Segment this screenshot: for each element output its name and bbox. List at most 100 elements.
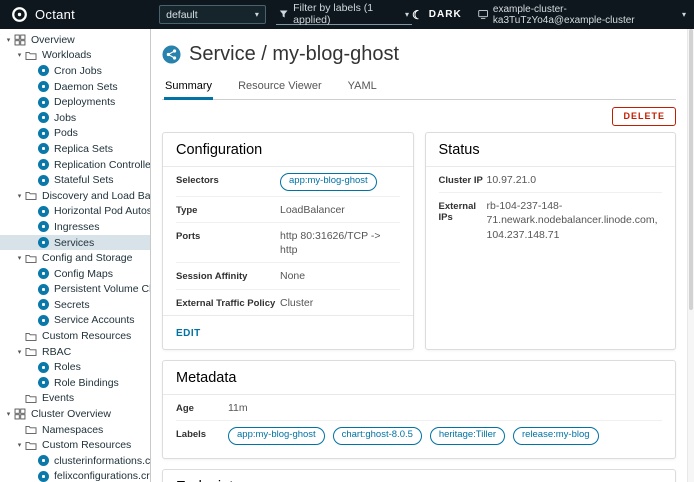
sidebar-item-role-bindings[interactable]: Role Bindings (0, 375, 150, 391)
session-affinity-value: None (280, 269, 400, 283)
sidebar-item-stateful-sets[interactable]: Stateful Sets (0, 172, 150, 188)
folder-icon (25, 253, 37, 264)
tab-resource-viewer[interactable]: Resource Viewer (237, 77, 323, 99)
custom-resource-icon (38, 455, 49, 466)
sidebar-item-cron-jobs[interactable]: Cron Jobs (0, 63, 150, 79)
sidebar-item-replication-controllers[interactable]: Replication Controllers (0, 157, 150, 173)
tab-summary[interactable]: Summary (164, 77, 213, 100)
sidebar-item-workloads[interactable]: ▾ Workloads (0, 48, 150, 64)
label-chip: release:my-blog (513, 427, 599, 445)
sidebar-item-cluster-custom-resources[interactable]: ▾ Custom Resources (0, 437, 150, 453)
sidebar-item-label: Service Accounts (54, 314, 135, 326)
chevron-down-icon[interactable]: ▾ (14, 254, 25, 262)
sidebar-item-label: RBAC (42, 346, 71, 358)
chevron-down-icon[interactable]: ▾ (14, 348, 25, 356)
sidebar-item-custom-resources[interactable]: Custom Resources (0, 328, 150, 344)
sidebar-item-daemon-sets[interactable]: Daemon Sets (0, 79, 150, 95)
sidebar-item-discovery-and-load-balancing[interactable]: ▾Discovery and Load Balancing (0, 188, 150, 204)
sidebar-item-label: Cluster Overview (31, 408, 111, 420)
sidebar-item-label: Custom Resources (42, 439, 131, 451)
chevron-down-icon: ▾ (682, 10, 686, 19)
external-ips-label: External IPs (439, 199, 487, 242)
chevron-down-icon[interactable]: ▾ (3, 410, 14, 418)
selectors-label: Selectors (176, 173, 280, 191)
sidebar-item-label: Namespaces (42, 424, 103, 436)
horizontal-pod-autoscalers-icon (38, 206, 49, 217)
cluster-ip-label: Cluster IP (439, 173, 487, 187)
octant-logo-icon (11, 6, 28, 23)
sidebar-item-config-maps[interactable]: Config Maps (0, 266, 150, 282)
sidebar-item-rbac[interactable]: ▾ RBAC (0, 344, 150, 360)
edit-link[interactable]: EDIT (176, 328, 201, 339)
sidebar-item-horizontal-pod-autoscalers[interactable]: Horizontal Pod Autoscalers (0, 204, 150, 220)
cluster-overview-icon (14, 408, 26, 420)
sidebar-item-config-and-storage[interactable]: ▾Config and Storage (0, 250, 150, 266)
jobs-icon (38, 112, 49, 123)
vertical-scrollbar[interactable] (687, 29, 694, 482)
sidebar-item-label: felixconfigurations.crd.proje (54, 470, 150, 482)
sidebar-item-overview[interactable]: ▾Overview (0, 32, 150, 48)
stateful-sets-icon (38, 175, 49, 186)
sidebar-item-cluster-overview[interactable]: ▾ Cluster Overview (0, 406, 150, 422)
sidebar-item-label: clusterinformations.crd.projec (54, 455, 150, 467)
sidebar-item-label: Replica Sets (54, 143, 113, 155)
deployments-icon (38, 97, 49, 108)
sidebar-item-deployments[interactable]: Deployments (0, 94, 150, 110)
sidebar-item-persistent-volume-claims[interactable]: Persistent Volume Claims (0, 282, 150, 298)
summary-cards-row: Configuration Selectors app:my-blog-ghos… (162, 132, 676, 350)
sidebar-item-label: Daemon Sets (54, 81, 118, 93)
metadata-title: Metadata (163, 361, 675, 395)
page-title: Service / my-blog-ghost (189, 43, 399, 66)
theme-label: DARK (429, 9, 462, 20)
app-title: Octant (35, 7, 75, 22)
filter-text: Filter by labels (1 applied) (293, 2, 405, 26)
persistent-volume-claims-icon (38, 284, 49, 295)
age-value: 11m (228, 401, 662, 415)
theme-toggle[interactable]: ☾ DARK (412, 9, 462, 21)
sidebar-item-events[interactable]: Events (0, 391, 150, 407)
chevron-down-icon: ▾ (255, 10, 259, 19)
endpoints-card: Endpoints Target IP Node Name (162, 469, 676, 482)
selectors-row: Selectors app:my-blog-ghost (176, 167, 400, 197)
namespace-select[interactable]: default ▾ (159, 5, 266, 24)
sidebar-item-namespaces[interactable]: Namespaces (0, 422, 150, 438)
sidebar-item-label: Events (42, 392, 74, 404)
sidebar-item-label: Replication Controllers (54, 159, 150, 171)
secrets-icon (38, 299, 49, 310)
sidebar-item-jobs[interactable]: Jobs (0, 110, 150, 126)
sidebar-item-roles[interactable]: Roles (0, 359, 150, 375)
sidebar-item-replica-sets[interactable]: Replica Sets (0, 141, 150, 157)
label-chip: heritage:Tiller (430, 427, 505, 445)
sidebar-item-label: Workloads (42, 49, 91, 61)
cron-jobs-icon (38, 65, 49, 76)
overview-icon (14, 34, 26, 46)
scrollbar-thumb[interactable] (689, 29, 693, 310)
context-selector[interactable]: example-cluster-ka3TuTzYo4a@example-clus… (478, 4, 686, 26)
tab-yaml[interactable]: YAML (347, 77, 378, 99)
sidebar-item-felixconfigurations[interactable]: felixconfigurations.crd.proje (0, 469, 150, 482)
delete-button[interactable]: DELETE (612, 107, 676, 126)
sidebar-item-secrets[interactable]: Secrets (0, 297, 150, 313)
pods-icon (38, 128, 49, 139)
sidebar-item-ingresses[interactable]: Ingresses (0, 219, 150, 235)
folder-icon (25, 190, 37, 201)
age-label: Age (176, 401, 228, 415)
chevron-down-icon[interactable]: ▾ (14, 192, 25, 200)
chevron-down-icon[interactable]: ▾ (3, 36, 14, 44)
services-icon (38, 237, 49, 248)
chevron-down-icon[interactable]: ▾ (14, 51, 25, 59)
sidebar-item-pods[interactable]: Pods (0, 126, 150, 142)
context-label: example-cluster-ka3TuTzYo4a@example-clus… (493, 4, 677, 26)
label-filter-input[interactable]: Filter by labels (1 applied) ▾ (276, 4, 412, 25)
replication-controllers-icon (38, 159, 49, 170)
sidebar-item-clusterinformations[interactable]: clusterinformations.crd.projec (0, 453, 150, 469)
status-title: Status (426, 133, 676, 167)
page-title-row: Service / my-blog-ghost (162, 43, 676, 66)
external-ips-row: External IPs rb-104-237-148-71.newark.no… (439, 193, 663, 247)
main-content: Service / my-blog-ghost Summary Resource… (151, 29, 687, 482)
chevron-down-icon[interactable]: ▾ (14, 441, 25, 449)
folder-icon (25, 50, 37, 61)
sidebar-item-service-accounts[interactable]: Service Accounts (0, 313, 150, 329)
sidebar-item-label: Pods (54, 127, 78, 139)
sidebar-item-services[interactable]: Services (0, 235, 150, 251)
